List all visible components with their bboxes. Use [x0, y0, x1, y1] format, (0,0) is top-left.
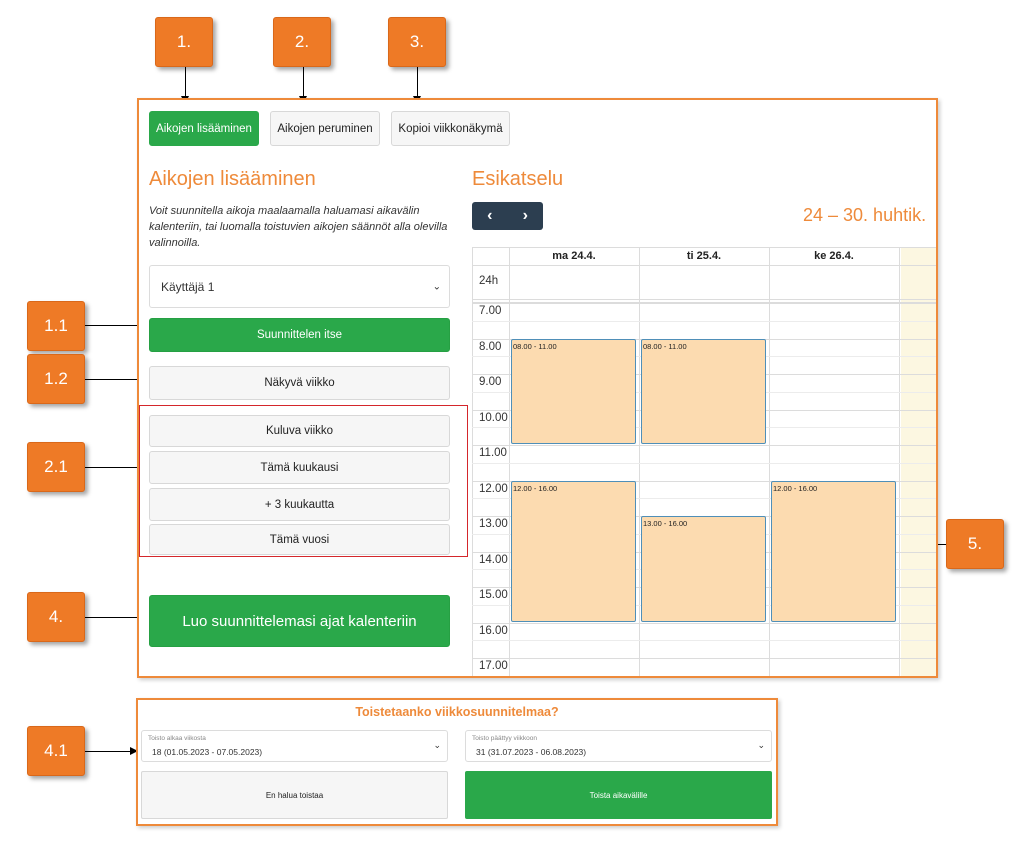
callout-2: 2.	[273, 17, 331, 67]
event-time-label: 08.00 - 11.00	[513, 341, 557, 351]
grid-hline	[472, 303, 936, 304]
add-times-description: Voit suunnitella aikoja maalaamalla halu…	[149, 205, 448, 249]
repeat-range-button[interactable]: Toista aikavälille	[465, 771, 772, 819]
chevron-down-icon: ⌄	[433, 740, 441, 750]
calendar-event[interactable]: 13.00 - 16.00	[641, 516, 766, 622]
grid-half-hline	[472, 675, 936, 676]
day-header: ma 24.4.	[552, 250, 596, 262]
grid-hline	[472, 658, 936, 659]
arrow-1-2	[85, 375, 146, 383]
time-label: 14.00	[479, 553, 508, 566]
time-label: 15.00	[479, 589, 508, 601]
callout-1-1: 1.1	[27, 301, 85, 351]
grid-hline	[472, 445, 936, 446]
arrow-2-1	[85, 463, 146, 471]
chevron-down-icon: ⌄	[757, 740, 765, 750]
event-time-label: 08.00 - 11.00	[643, 341, 687, 351]
time-label: 17.00	[479, 660, 508, 672]
create-times-button[interactable]: Luo suunnittelemasi ajat kalenteriin	[149, 595, 450, 647]
grid-hline	[472, 265, 936, 266]
event-time-label: 13.00 - 16.00	[643, 519, 688, 528]
event-time-label: 12.00 - 16.00	[513, 483, 558, 493]
callout-5: 5.	[946, 519, 1004, 569]
repeat-panel: Toistetaanko viikkosuunnitelmaa? Toisto …	[136, 698, 778, 826]
repeat-start-label: Toisto alkaa viikosta	[148, 735, 206, 742]
main-app-frame: Aikojen lisääminen Aikojen peruminen Kop…	[137, 98, 938, 678]
user-select[interactable]: Käyttäjä 1 ⌄	[149, 265, 450, 308]
calendar-event[interactable]: 12.00 - 16.00	[511, 480, 636, 622]
day-header: ti 25.4.	[686, 250, 722, 262]
time-label: 11.00	[479, 447, 507, 459]
chevron-down-icon: ⌄	[432, 281, 441, 292]
plan-self-button[interactable]: Suunnittelen itse	[149, 318, 450, 352]
callout-1-2: 1.2	[27, 354, 85, 404]
arrow-4-1	[85, 747, 138, 755]
visible-week-button[interactable]: Näkyvä viikko	[149, 366, 450, 400]
grid-hline	[472, 299, 936, 300]
callout-1: 1.	[155, 17, 213, 67]
callout-3: 3.	[388, 17, 446, 67]
time-label: 7.00	[479, 305, 502, 317]
allday-label: 24h	[479, 275, 499, 287]
date-range: 24 – 30. huhtik.	[803, 205, 927, 225]
this-month-button[interactable]: Tämä kuukausi	[149, 451, 450, 484]
add-times-heading: Aikojen lisääminen	[149, 168, 316, 190]
no-repeat-button[interactable]: En halua toistaa	[141, 771, 448, 819]
tab-copy-week-view[interactable]: Kopioi viikkonäkymä	[391, 111, 510, 146]
grid-hline	[472, 622, 936, 624]
calendar-event[interactable]: 08.00 - 11.00	[511, 338, 636, 444]
user-select-value: Käyttäjä 1	[161, 279, 215, 294]
week-nav: ‹ ›	[472, 202, 543, 230]
tab-cancel-times[interactable]: Aikojen peruminen	[270, 111, 380, 146]
next-week-button[interactable]: ›	[508, 202, 544, 230]
preview-heading: Esikatselu	[472, 168, 564, 190]
callout-4: 4.	[27, 592, 85, 642]
time-label: 10.00	[479, 411, 508, 424]
week-calendar[interactable]: ma 24.4. ti 25.4. ke 26.4. 24h 7.00 8.00 9.00 1…	[472, 247, 936, 676]
time-label: 16.00	[479, 624, 508, 637]
time-label: 8.00	[479, 340, 502, 353]
time-label: 13.00	[479, 518, 508, 530]
callout-2-1: 2.1	[27, 442, 85, 492]
repeat-end-value: 31 (31.07.2023 - 06.08.2023)	[476, 747, 587, 757]
calendar-event[interactable]: 08.00 - 11.00	[641, 338, 766, 444]
grid-half-hline	[472, 462, 936, 464]
callout-4-1: 4.1	[27, 726, 85, 776]
grid-half-hline	[472, 320, 936, 322]
plus-3-months-button[interactable]: + 3 kuukautta	[149, 488, 450, 521]
time-label: 12.00	[479, 482, 508, 495]
repeat-title: Toistetaanko viikkosuunnitelmaa?	[355, 705, 559, 719]
arrow-1-1	[85, 321, 146, 329]
repeat-start-value: 18 (01.05.2023 - 07.05.2023)	[152, 747, 263, 757]
prev-week-button[interactable]: ‹	[472, 202, 508, 230]
arrow-4	[85, 613, 146, 621]
grid-half-hline	[472, 640, 936, 642]
tab-add-times[interactable]: Aikojen lisääminen	[149, 111, 259, 146]
day-header: ke 26.4.	[814, 250, 854, 262]
repeat-start-select[interactable]: Toisto alkaa viikosta 18 (01.05.2023 - 0…	[141, 730, 448, 762]
calendar-event[interactable]: 12.00 - 16.00	[771, 480, 896, 622]
time-label: 9.00	[479, 376, 502, 388]
repeat-end-label: Toisto päättyy viikkoon	[472, 735, 538, 742]
repeat-end-select[interactable]: Toisto päättyy viikkoon 31 (31.07.2023 -…	[465, 730, 772, 762]
this-year-button[interactable]: Tämä vuosi	[149, 524, 450, 555]
event-time-label: 12.00 - 16.00	[773, 483, 818, 493]
current-week-button[interactable]: Kuluva viikko	[149, 415, 450, 447]
